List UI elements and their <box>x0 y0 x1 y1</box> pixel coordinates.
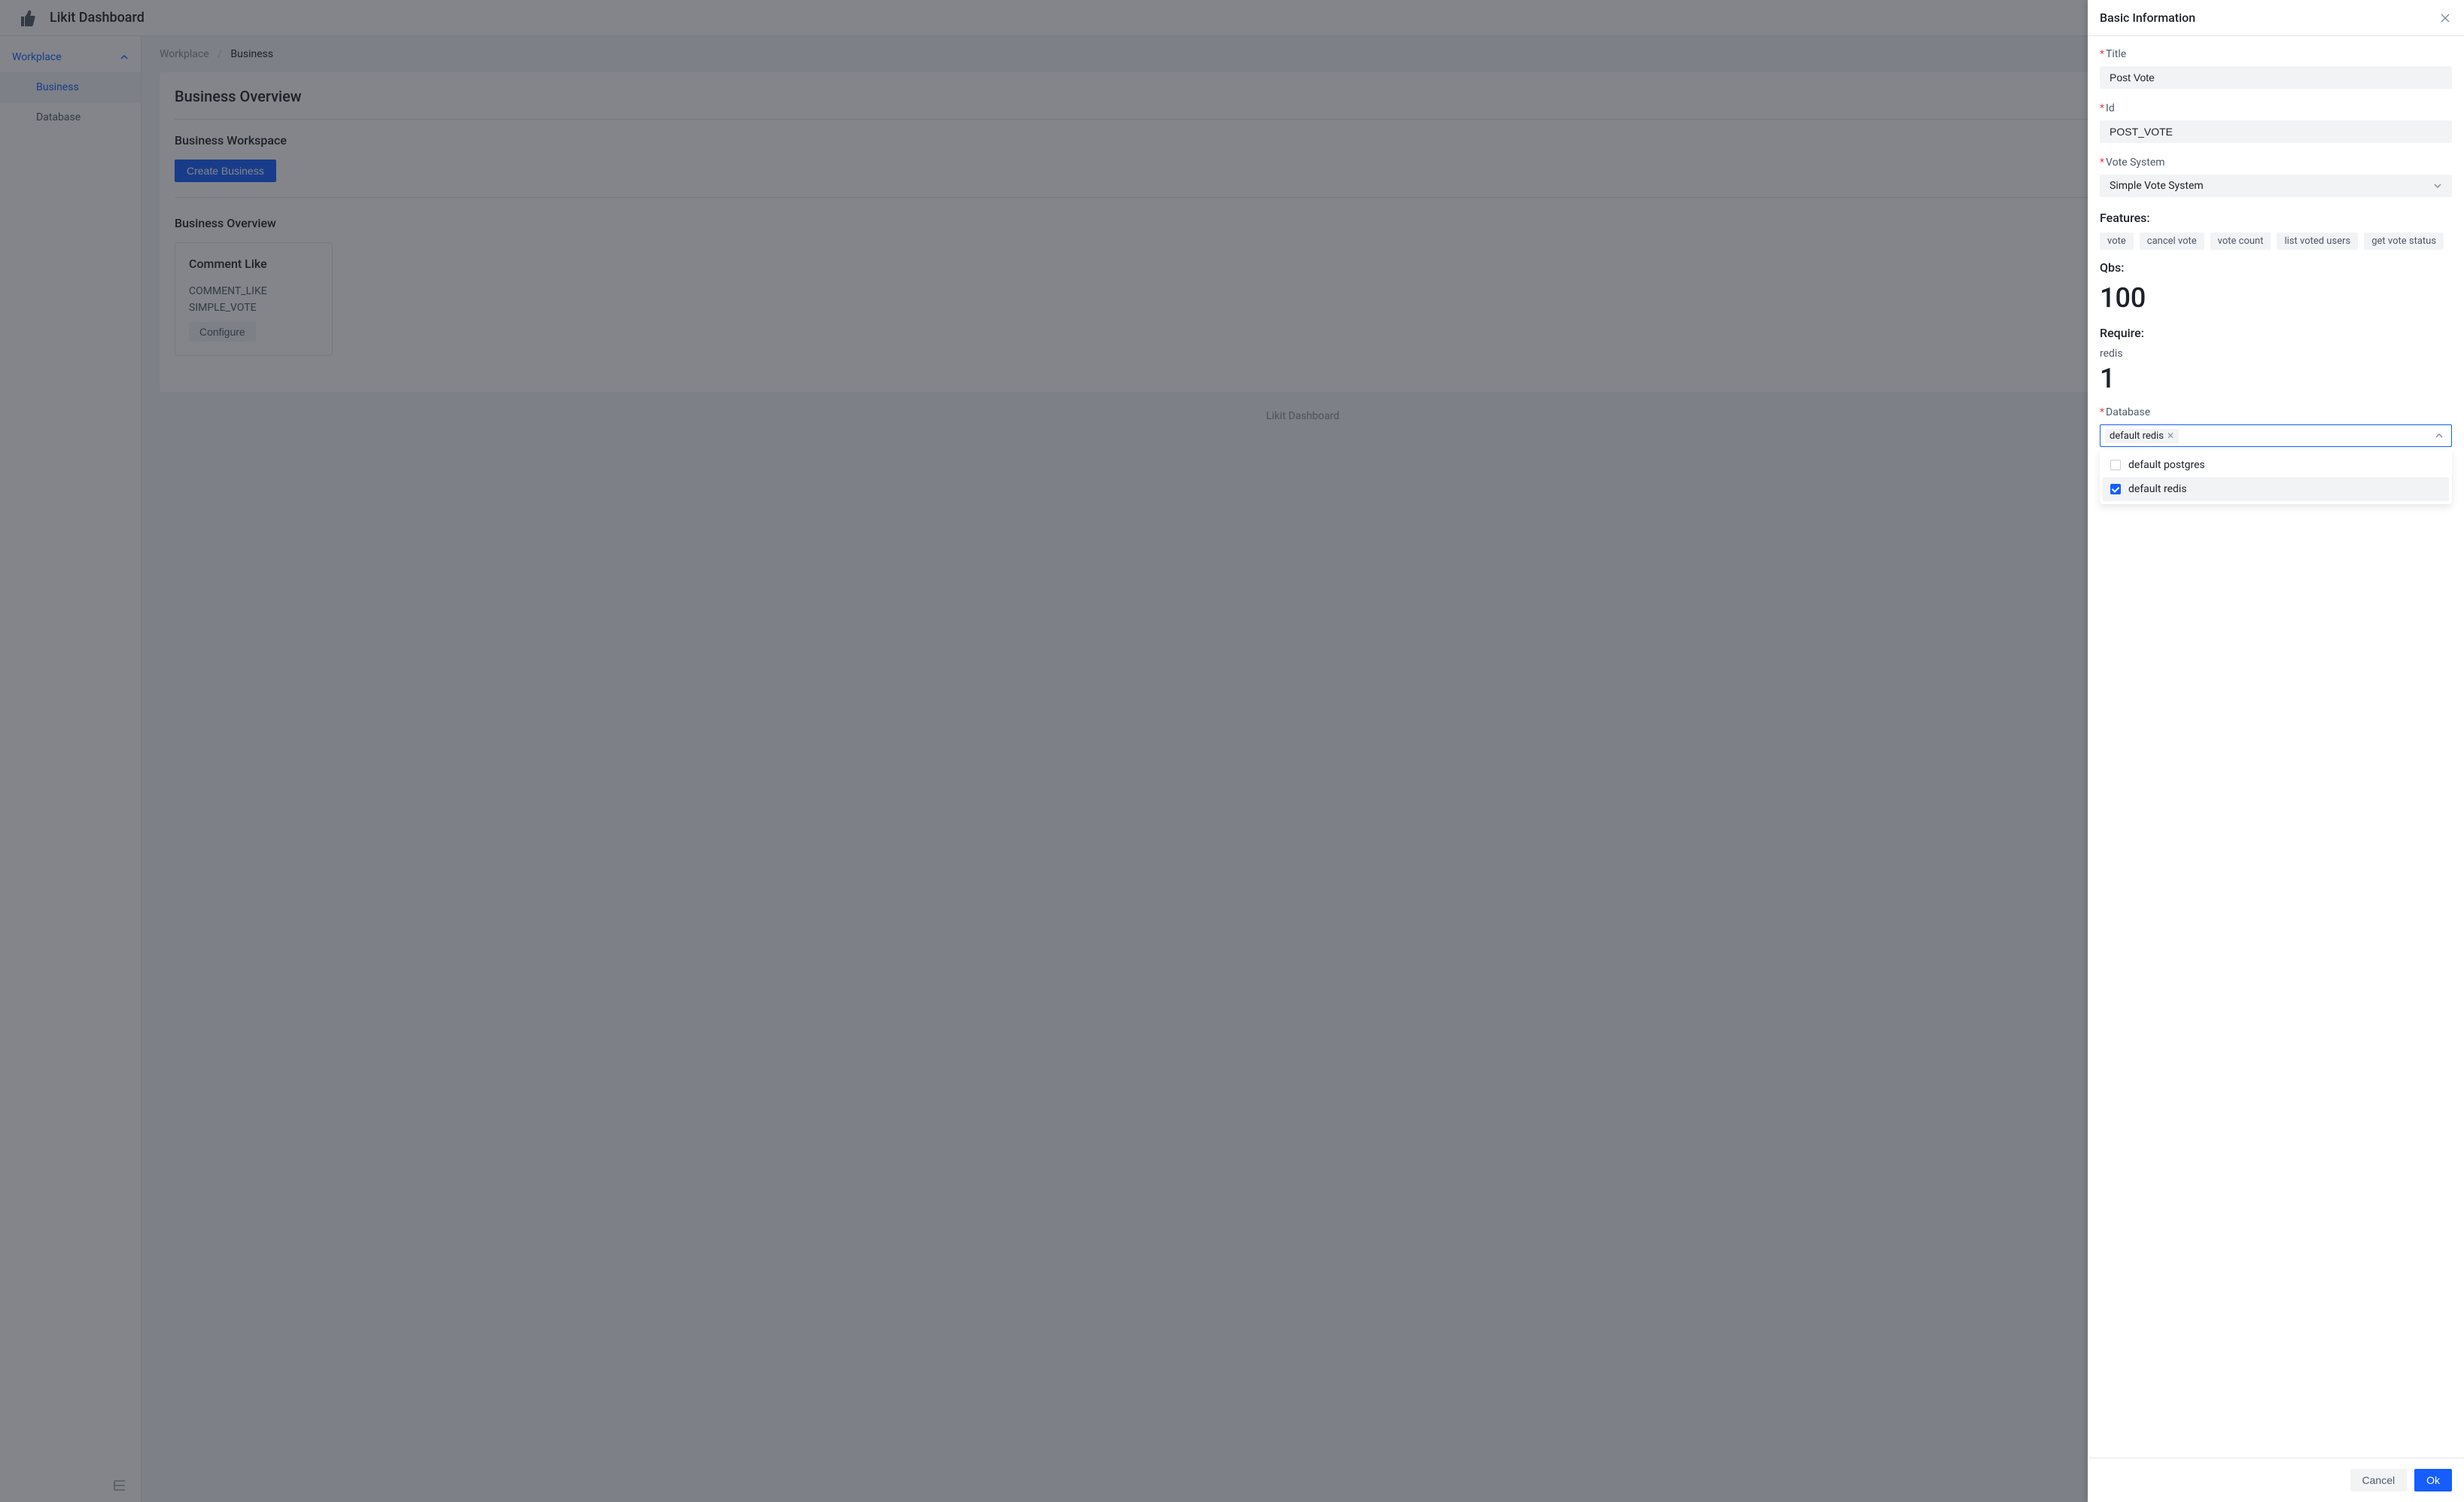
feature-tag: vote count <box>2210 233 2271 250</box>
qbs-label: Qbs: <box>2100 260 2452 275</box>
drawer-title: Basic Information <box>2100 11 2195 25</box>
feature-tag: vote <box>2100 233 2134 250</box>
form-item-title: *Title <box>2100 48 2452 89</box>
dropdown-label: default redis <box>2128 483 2187 495</box>
drawer: Basic Information *Title *Id *Vote Syste… <box>2088 0 2464 1502</box>
feature-tag: list voted users <box>2277 233 2358 250</box>
vote-system-select[interactable]: Simple Vote System <box>2100 175 2452 197</box>
form-item-vote-system: *Vote System Simple Vote System <box>2100 157 2452 197</box>
close-icon <box>2441 14 2450 23</box>
remove-tag-icon[interactable]: ✕ <box>2167 430 2174 441</box>
vote-system-value: Simple Vote System <box>2110 180 2204 192</box>
ok-button[interactable]: Ok <box>2414 1469 2452 1491</box>
database-select[interactable]: default redis ✕ <box>2100 424 2452 447</box>
chevron-up-icon <box>2435 431 2444 440</box>
dropdown-item-postgres[interactable]: default postgres <box>2103 453 2449 477</box>
checkbox-unchecked <box>2110 460 2121 470</box>
dropdown-label: default postgres <box>2128 459 2205 471</box>
require-label: Require: <box>2100 326 2452 340</box>
feature-tag: cancel vote <box>2140 233 2204 250</box>
require-name: redis <box>2100 348 2452 360</box>
features-tags: vote cancel vote vote count list voted u… <box>2100 233 2452 250</box>
title-label: *Title <box>2100 48 2452 60</box>
drawer-header: Basic Information <box>2088 0 2464 36</box>
database-selected-tag: default redis ✕ <box>2105 429 2179 443</box>
close-button[interactable] <box>2438 11 2452 25</box>
database-selected-label: default redis <box>2110 430 2164 442</box>
id-label: *Id <box>2100 102 2452 114</box>
form-item-id: *Id <box>2100 102 2452 143</box>
features-label: Features: <box>2100 211 2452 225</box>
database-dropdown: default postgres default redis <box>2100 450 2452 504</box>
feature-tag: get vote status <box>2364 233 2444 250</box>
require-value: 1 <box>2100 363 2452 394</box>
cancel-button[interactable]: Cancel <box>2350 1469 2408 1491</box>
drawer-footer: Cancel Ok <box>2088 1458 2464 1502</box>
drawer-body: *Title *Id *Vote System Simple Vote Syst… <box>2088 36 2464 1458</box>
chevron-down-icon <box>2433 181 2442 190</box>
dropdown-item-redis[interactable]: default redis <box>2103 477 2449 501</box>
qbs-value: 100 <box>2100 282 2452 314</box>
form-item-database: *Database default redis ✕ default postgr… <box>2100 406 2452 504</box>
id-input[interactable] <box>2100 120 2452 143</box>
vote-system-label: *Vote System <box>2100 157 2452 169</box>
checkbox-checked <box>2110 484 2121 494</box>
database-label: *Database <box>2100 406 2452 418</box>
title-input[interactable] <box>2100 66 2452 89</box>
